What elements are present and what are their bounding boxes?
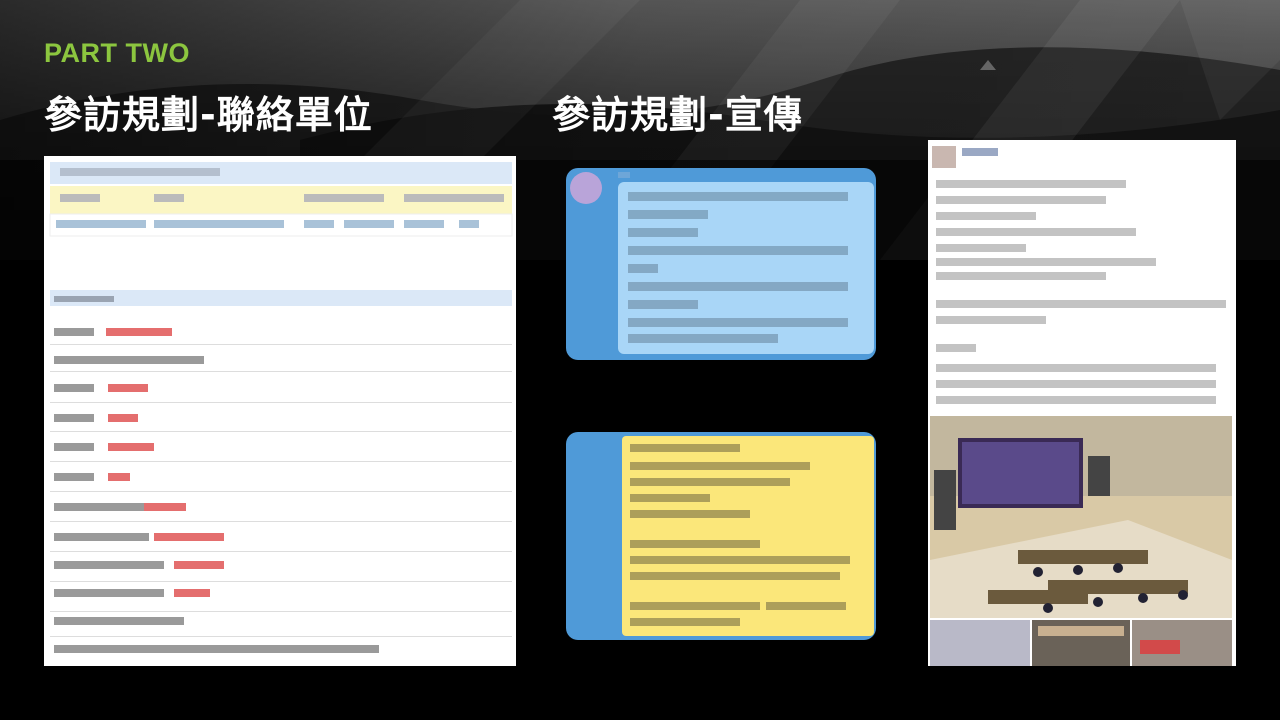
right-title: 參訪規劃-宣傳 (552, 93, 803, 137)
contact-form-screenshot (44, 156, 516, 666)
social-post-screenshot (928, 140, 1236, 666)
part-label: PART TWO (44, 38, 190, 68)
social-post-content (930, 146, 1232, 666)
left-title: 參訪規劃-聯絡單位 (44, 93, 373, 137)
control-room-photo (930, 416, 1232, 618)
message-screenshot-yellow (566, 432, 876, 640)
message-yellow-blurred-content (622, 436, 874, 636)
contact-form-blurred-content (49, 162, 513, 653)
message-blue-blurred-content (570, 172, 874, 354)
message-screenshot-blue (566, 168, 876, 360)
